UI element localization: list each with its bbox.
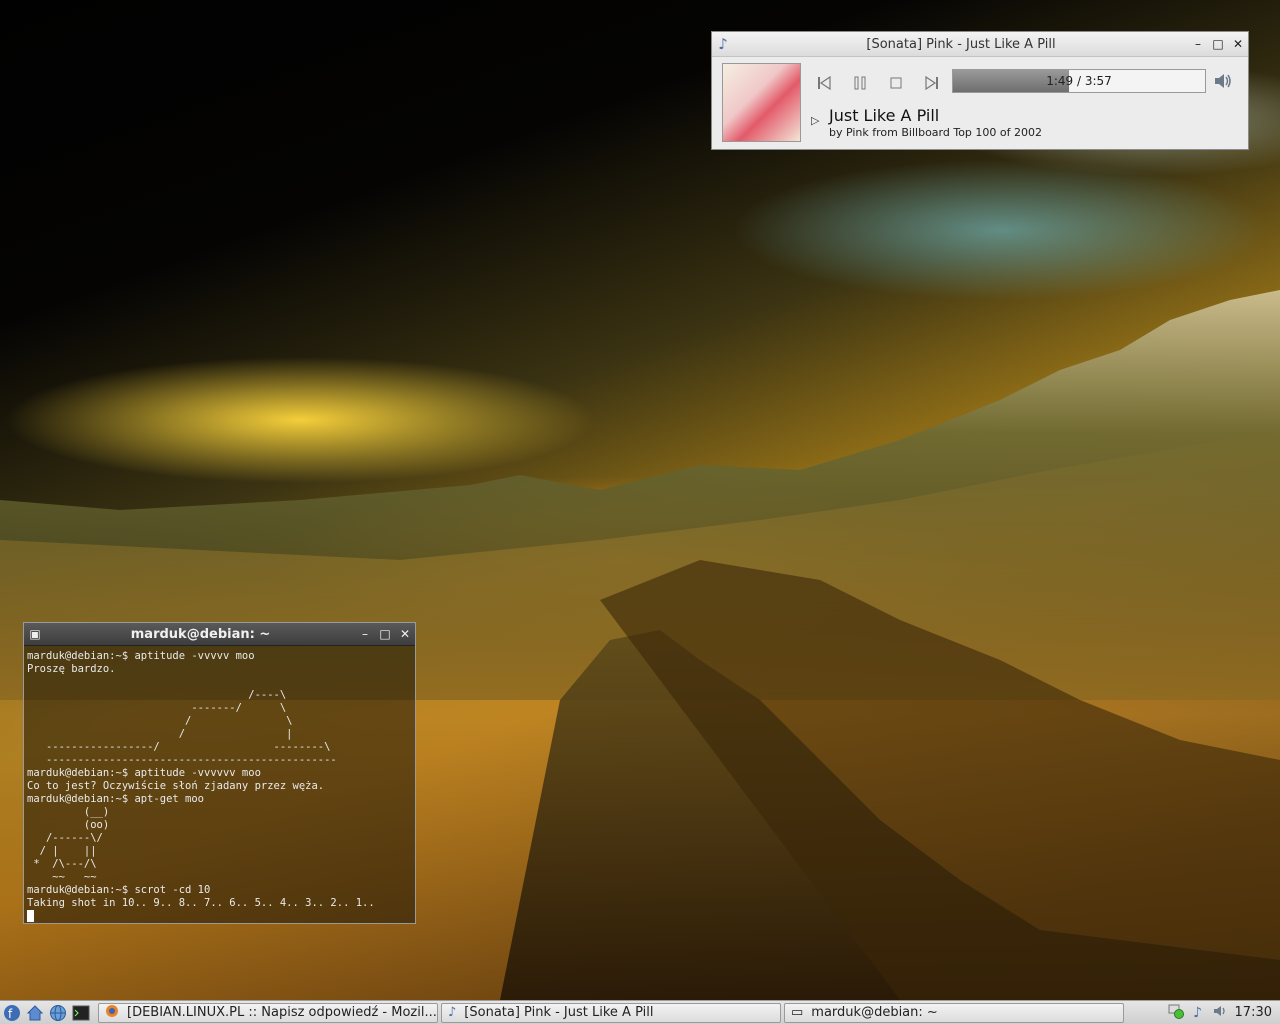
- terminal-icon: [72, 1005, 90, 1020]
- task-firefox[interactable]: [DEBIAN.LINUX.PL :: Napisz odpowiedź - M…: [98, 1002, 438, 1023]
- progress-time: 1:49 / 3:57: [1046, 74, 1112, 88]
- task-sonata[interactable]: ♪ [Sonata] Pink - Just Like A Pill: [441, 1002, 781, 1023]
- maximize-button[interactable]: □: [375, 627, 395, 641]
- firefox-icon: [105, 1004, 119, 1022]
- home-launcher[interactable]: [24, 1003, 46, 1023]
- terminal-cursor: [27, 910, 34, 922]
- music-note-icon: ♪: [448, 1005, 457, 1020]
- album-art[interactable]: [722, 63, 801, 142]
- sonata-window-title: [Sonata] Pink - Just Like A Pill: [866, 36, 1056, 52]
- minimize-button[interactable]: –: [355, 627, 375, 641]
- terminal-window[interactable]: ▣ marduk@debian: ~ – □ ✕ marduk@debian:~…: [23, 622, 416, 924]
- volume-button[interactable]: [1212, 70, 1236, 94]
- sonata-tray-icon[interactable]: ♪: [1187, 1005, 1209, 1021]
- close-button[interactable]: ✕: [1228, 37, 1248, 51]
- playlist-expander-arrow[interactable]: ▷: [811, 114, 819, 127]
- task-label: [Sonata] Pink - Just Like A Pill: [464, 1005, 654, 1020]
- minimize-button[interactable]: –: [1188, 37, 1208, 51]
- system-tray: ♪ 17:30: [1165, 1003, 1280, 1023]
- maximize-button[interactable]: □: [1208, 37, 1228, 51]
- menu-icon: f: [4, 1004, 20, 1021]
- clock[interactable]: 17:30: [1235, 1005, 1272, 1020]
- previous-button[interactable]: [811, 70, 837, 96]
- taskbar: f [DEBIAN.LINUX.PL :: Napisz odpowiedź -…: [0, 1000, 1280, 1024]
- stop-icon: [890, 77, 902, 89]
- terminal-output[interactable]: marduk@debian:~$ aptitude -vvvvv moo Pro…: [24, 646, 415, 927]
- volume-tray-icon[interactable]: [1209, 1003, 1231, 1023]
- pause-icon: [854, 76, 866, 90]
- sonata-window[interactable]: ♪ [Sonata] Pink - Just Like A Pill – □ ✕…: [711, 31, 1249, 150]
- browser-icon: [50, 1004, 66, 1021]
- song-subtitle: by Pink from Billboard Top 100 of 2002: [829, 126, 1042, 139]
- terminal-launcher[interactable]: [70, 1003, 92, 1023]
- browser-launcher[interactable]: [47, 1003, 69, 1023]
- home-icon: [26, 1004, 44, 1020]
- next-icon: [925, 75, 938, 91]
- task-label: [DEBIAN.LINUX.PL :: Napisz odpowiedź - M…: [127, 1005, 437, 1020]
- task-label: marduk@debian: ~: [811, 1005, 938, 1020]
- song-title: Just Like A Pill: [829, 106, 940, 125]
- volume-icon: [1215, 74, 1231, 88]
- next-button[interactable]: [919, 70, 945, 96]
- terminal-window-icon: ▣: [29, 627, 41, 641]
- menu-launcher[interactable]: f: [1, 1003, 23, 1023]
- previous-icon: [818, 75, 831, 91]
- pause-button[interactable]: [847, 70, 873, 96]
- network-icon[interactable]: [1165, 1003, 1187, 1023]
- terminal-window-title: marduk@debian: ~: [130, 626, 271, 642]
- close-button[interactable]: ✕: [395, 627, 415, 641]
- stop-button[interactable]: [883, 70, 909, 96]
- terminal-window-icon: ▭: [791, 1005, 804, 1020]
- terminal-titlebar[interactable]: ▣ marduk@debian: ~ – □ ✕: [24, 623, 415, 646]
- music-note-icon: ♪: [718, 35, 728, 53]
- task-terminal[interactable]: ▭ marduk@debian: ~: [784, 1002, 1124, 1023]
- progress-bar[interactable]: 1:49 / 3:57: [952, 69, 1206, 93]
- sonata-titlebar[interactable]: ♪ [Sonata] Pink - Just Like A Pill – □ ✕: [712, 32, 1248, 57]
